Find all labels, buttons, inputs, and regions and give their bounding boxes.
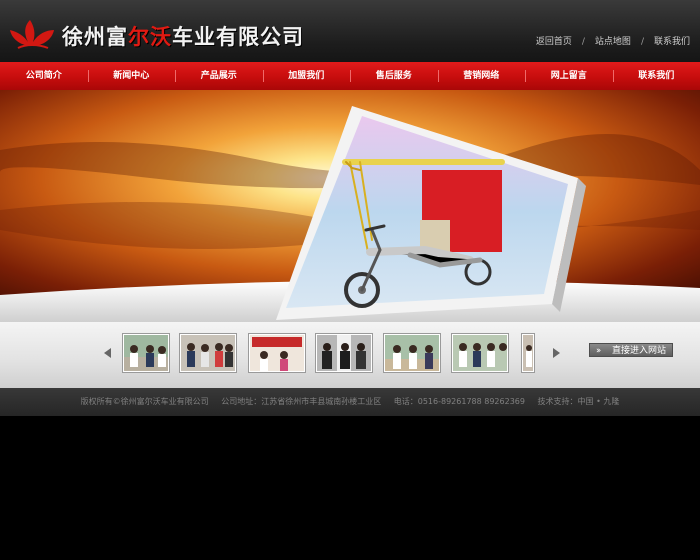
nav-item-news[interactable]: 新闻中心 <box>87 62 176 90</box>
nav-item-contact[interactable]: 联系我们 <box>612 62 700 90</box>
gallery-next-arrow-icon[interactable] <box>553 348 560 358</box>
photo-gallery-strip: ›› 直接进入网站 <box>0 322 700 388</box>
flower-logo-icon <box>10 20 54 49</box>
gallery-thumb-7[interactable] <box>521 333 535 373</box>
nav-item-products[interactable]: 产品展示 <box>175 62 263 90</box>
top-links: 返回首页 / 站点地图 / 联系我们 <box>535 37 690 47</box>
main-nav: 公司简介 新闻中心 产品展示 加盟我们 售后服务 营销网络 网上留言 联系我们 <box>0 62 700 90</box>
gallery-thumb-1[interactable] <box>122 333 170 373</box>
gallery-thumb-2[interactable] <box>179 333 237 373</box>
gallery-thumb-5[interactable] <box>383 333 441 373</box>
gallery-thumb-6[interactable] <box>451 333 509 373</box>
nav-item-service[interactable]: 售后服务 <box>350 62 438 90</box>
nav-item-about[interactable]: 公司简介 <box>0 62 88 90</box>
nav-item-network[interactable]: 营销网络 <box>437 62 526 90</box>
footer-copyright: 版权所有©徐州富尔沃车业有限公司 <box>80 397 209 406</box>
company-logo-text: 徐州富尔沃车业有限公司 <box>62 25 304 49</box>
gallery-thumb-4[interactable] <box>315 333 373 373</box>
gallery-prev-arrow-icon[interactable] <box>104 348 111 358</box>
enter-site-button[interactable]: ›› 直接进入网站 <box>589 343 673 357</box>
contact-link[interactable]: 联系我们 <box>654 37 690 47</box>
sunset-banner-image <box>0 90 700 322</box>
footer-support: 技术支持：中国 • 九隆 <box>537 397 620 406</box>
nav-item-message[interactable]: 网上留言 <box>525 62 613 90</box>
sitemap-link[interactable]: 站点地图 <box>595 37 631 47</box>
home-link[interactable]: 返回首页 <box>536 37 572 47</box>
footer-address: 公司地址：江苏省徐州市丰县城南孙楼工业区 <box>221 397 382 406</box>
double-chevron-right-icon: ›› <box>596 346 601 356</box>
footer-phone: 电话：0516-89261788 89262369 <box>393 397 525 406</box>
site-header: 徐州富尔沃车业有限公司 返回首页 / 站点地图 / 联系我们 <box>0 0 700 62</box>
site-footer: 版权所有©徐州富尔沃车业有限公司 公司地址：江苏省徐州市丰县城南孙楼工业区 电话… <box>0 388 700 416</box>
gallery-thumb-3[interactable] <box>248 333 306 373</box>
hero-banner <box>0 90 700 322</box>
nav-item-join[interactable]: 加盟我们 <box>262 62 351 90</box>
